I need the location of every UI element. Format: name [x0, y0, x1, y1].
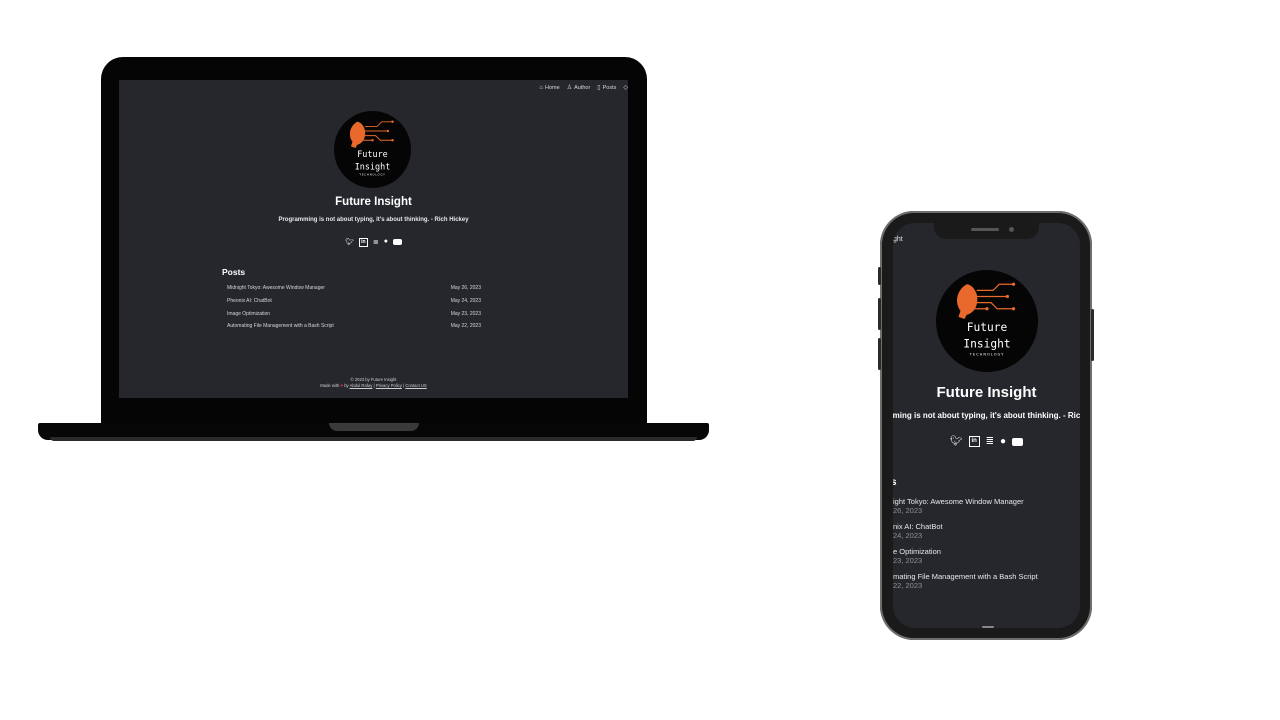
youtube-icon[interactable]	[393, 239, 402, 245]
nav-tags[interactable]: ◇	[623, 85, 628, 91]
post-date: 22, 2023	[893, 581, 923, 590]
privacy-link[interactable]: Privacy Policy	[376, 383, 402, 388]
svg-text:TECHNOLOGY: TECHNOLOGY	[969, 353, 1005, 357]
phone-home-indicator	[982, 626, 994, 628]
top-nav: ⌂ Home ♙ Author ▯ Posts ◇	[539, 85, 628, 91]
laptop-screen: ⌂ Home ♙ Author ▯ Posts ◇ Future Insight…	[119, 80, 628, 398]
phone-site-logo: Future Insight TECHNOLOGY	[936, 270, 1038, 372]
separator: |	[373, 383, 375, 388]
heart-icon: ♥	[340, 383, 344, 388]
laptop-trackpad-notch	[329, 423, 419, 431]
post-title[interactable]: nix AI: ChatBot	[893, 522, 943, 531]
post-date: 23, 2023	[893, 556, 923, 565]
nav-home-label: Home	[545, 85, 560, 91]
post-title[interactable]: Image Optimization	[227, 311, 270, 317]
phone-post-item[interactable]: mating File Management with a Bash Scrip…	[893, 572, 1038, 590]
nav-author[interactable]: ♙ Author	[567, 85, 591, 91]
phone-notch	[934, 223, 1039, 239]
post-title[interactable]: mating File Management with a Bash Scrip…	[893, 572, 1038, 581]
post-date: May 22, 2023	[450, 323, 481, 329]
post-title[interactable]: ight Tokyo: Awesome Window Manager	[893, 497, 1024, 506]
tag-icon: ◇	[623, 85, 628, 91]
phone-mute-switch	[878, 267, 881, 285]
laptop-base-edge	[50, 437, 697, 441]
svg-text:Future: Future	[357, 149, 388, 159]
site-title: Future Insight	[335, 196, 412, 208]
stackoverflow-icon[interactable]: ≣	[986, 436, 994, 447]
post-date: May 26, 2023	[450, 285, 481, 291]
contact-link[interactable]: Contact US	[405, 383, 426, 388]
twitter-icon[interactable]: 🐦︎	[345, 238, 354, 247]
phone-site-tagline: ming is not about typing, it's about thi…	[893, 411, 1080, 420]
phone-posts-heading: s	[893, 477, 897, 488]
phone-post-item[interactable]: e Optimization 23, 2023	[893, 547, 941, 565]
phone-volume-up	[878, 298, 881, 330]
phone-camera	[1009, 227, 1014, 232]
site-logo: Future Insight TECHNOLOGY	[334, 111, 411, 188]
by-label: by	[344, 383, 349, 388]
home-icon: ⌂	[539, 85, 544, 91]
nav-posts[interactable]: ▯ Posts	[597, 85, 616, 91]
nav-home[interactable]: ⌂ Home	[539, 85, 559, 91]
github-icon[interactable]: ●	[1000, 436, 1006, 447]
stackoverflow-icon[interactable]: ≣	[373, 238, 379, 247]
post-row[interactable]: Automating File Management with a Bash S…	[227, 323, 481, 329]
svg-text:Insight: Insight	[355, 162, 391, 172]
twitter-icon[interactable]: 🐦︎	[950, 436, 963, 447]
phone-nav-fragment: ght	[893, 236, 903, 243]
post-title[interactable]: Midnight Tokyo: Awesome Window Manager	[227, 285, 325, 291]
user-icon: ♙	[566, 85, 573, 91]
phone-volume-down	[878, 338, 881, 370]
nav-posts-label: Posts	[602, 85, 617, 91]
phone-speaker	[971, 228, 999, 231]
phone-site-title: Future Insight	[936, 384, 1037, 401]
linkedin-icon[interactable]: in	[358, 238, 368, 247]
posts-heading: Posts	[222, 267, 246, 277]
svg-text:TECHNOLOGY: TECHNOLOGY	[358, 173, 385, 177]
phone-post-item[interactable]: nix AI: ChatBot 24, 2023	[893, 522, 943, 540]
post-row[interactable]: Midnight Tokyo: Awesome Window Manager M…	[227, 285, 481, 291]
svg-text:Insight: Insight	[963, 338, 1010, 351]
post-date: 26, 2023	[893, 506, 923, 515]
svg-text:Future: Future	[967, 321, 1008, 334]
post-title[interactable]: Pheonix AI: ChatBot	[227, 298, 272, 304]
book-icon: ▯	[597, 85, 601, 91]
author-link[interactable]: Abdul Rafay	[350, 383, 373, 388]
post-row[interactable]: Pheonix AI: ChatBot May 24, 2023	[227, 298, 481, 304]
linkedin-icon[interactable]: in	[968, 436, 980, 447]
nav-author-label: Author	[574, 85, 591, 91]
footer-links: Made with ♥ by Abdul Rafay | Privacy Pol…	[119, 383, 628, 389]
post-title[interactable]: e Optimization	[893, 547, 941, 556]
post-date: May 23, 2023	[450, 311, 481, 317]
github-icon[interactable]: ●	[384, 238, 388, 247]
phone-screen: ght Future Insight TECHNOLOGY Future Ins…	[893, 223, 1080, 628]
footer: © 2023 by Future Insight Made with ♥ by …	[119, 377, 628, 389]
site-tagline: Programming is not about typing, it's ab…	[278, 217, 469, 223]
made-with-label: Made with	[320, 383, 340, 388]
phone-post-item[interactable]: ight Tokyo: Awesome Window Manager 26, 2…	[893, 497, 1024, 515]
phone-social-links: 🐦︎ in ≣ ●	[893, 436, 1080, 447]
post-date: 24, 2023	[893, 531, 923, 540]
phone-power-button	[1091, 309, 1094, 361]
post-date: May 24, 2023	[450, 298, 481, 304]
youtube-icon[interactable]	[1012, 438, 1024, 446]
post-title[interactable]: Automating File Management with a Bash S…	[227, 323, 334, 329]
social-links: 🐦︎ in ≣ ●	[119, 238, 628, 247]
separator: |	[403, 383, 405, 388]
post-row[interactable]: Image Optimization May 23, 2023	[227, 311, 481, 317]
